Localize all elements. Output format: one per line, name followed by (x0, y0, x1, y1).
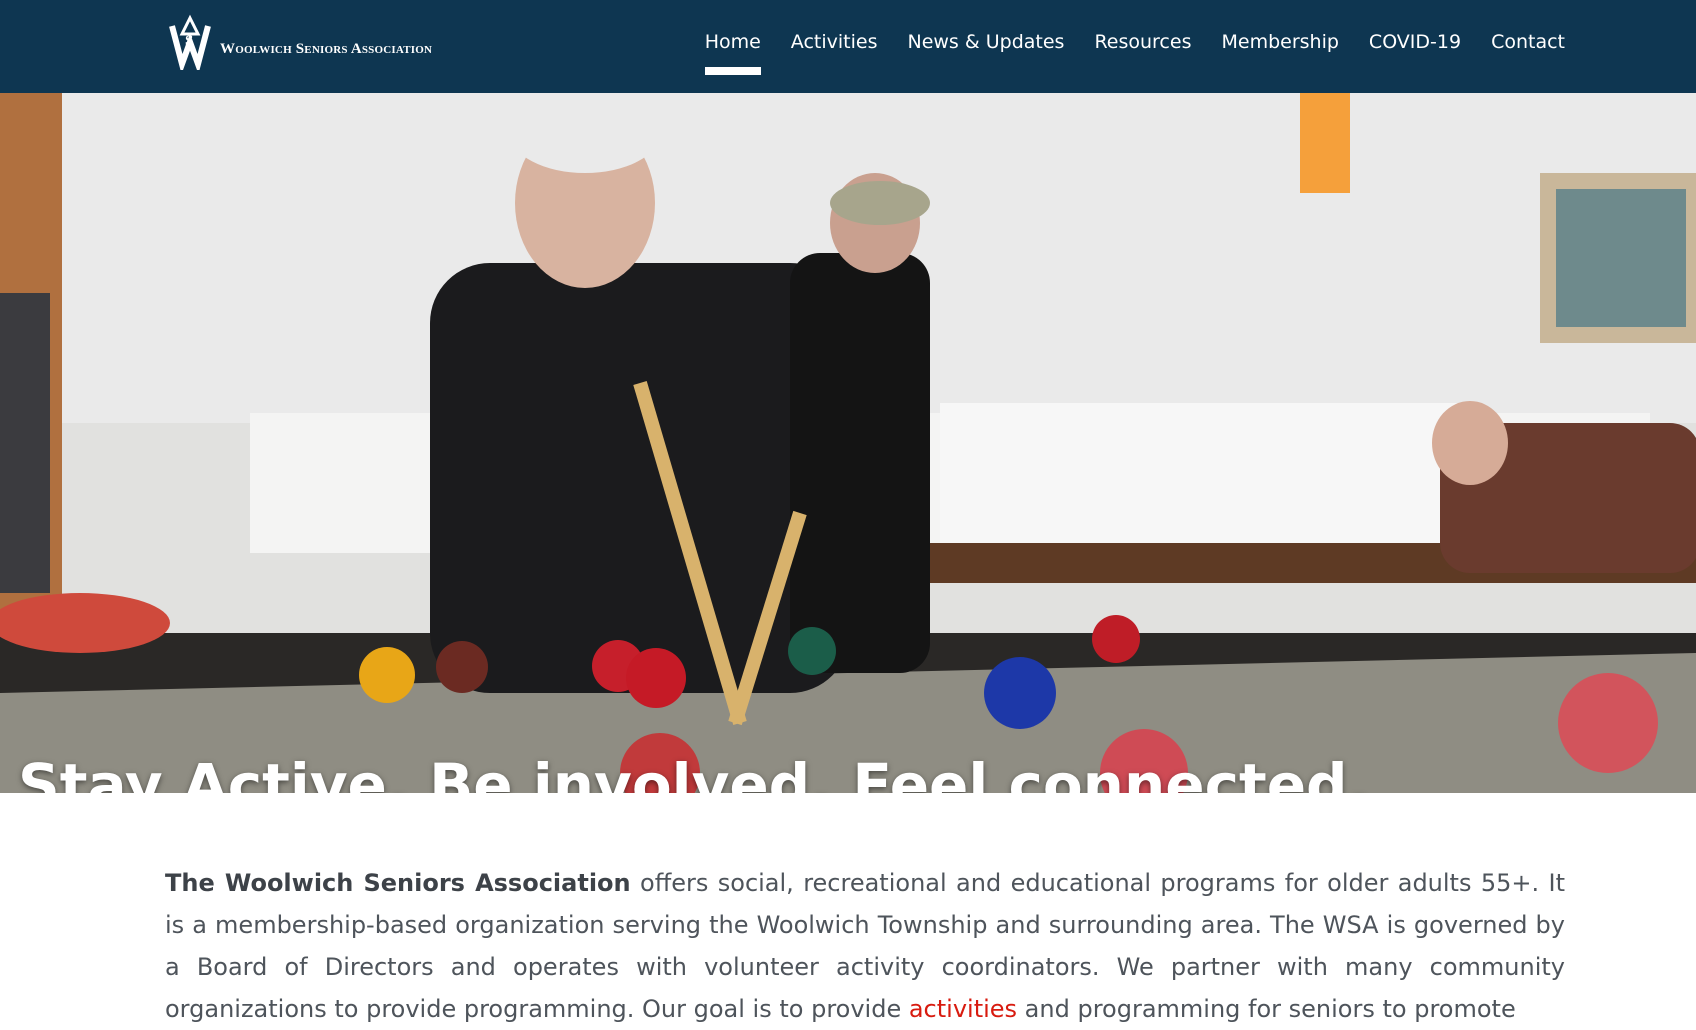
intro-paragraph: The Woolwich Seniors Association offers … (165, 862, 1565, 1030)
svg-text:S: S (185, 33, 193, 49)
nav-covid-19[interactable]: COVID-19 (1369, 0, 1461, 53)
nav-resources[interactable]: Resources (1094, 0, 1191, 53)
nav-contact[interactable]: Contact (1491, 0, 1565, 53)
intro-org-name: The Woolwich Seniors Association (165, 869, 631, 897)
hero-caption: Stay Active. Be involved. Feel connected… (18, 751, 1370, 793)
nav-home[interactable]: Home (704, 0, 761, 75)
nav-membership[interactable]: Membership (1221, 0, 1338, 53)
site-logo[interactable]: S Woolwich Seniors Association (168, 14, 432, 70)
site-header: S Woolwich Seniors Association Home Acti… (0, 0, 1696, 93)
nav-activities[interactable]: Activities (791, 0, 878, 53)
main-nav: Home Activities News & Updates Resources… (675, 0, 1565, 93)
intro-text-2: and programming for seniors to promote (1017, 995, 1516, 1023)
hero-banner: Stay Active. Be involved. Feel connected… (0, 93, 1696, 793)
logo-mark-icon: S (169, 14, 211, 70)
activities-link[interactable]: activities (909, 995, 1017, 1023)
nav-news-updates[interactable]: News & Updates (907, 0, 1064, 53)
hero-image (0, 93, 1696, 793)
logo-text: Woolwich Seniors Association (220, 40, 433, 57)
